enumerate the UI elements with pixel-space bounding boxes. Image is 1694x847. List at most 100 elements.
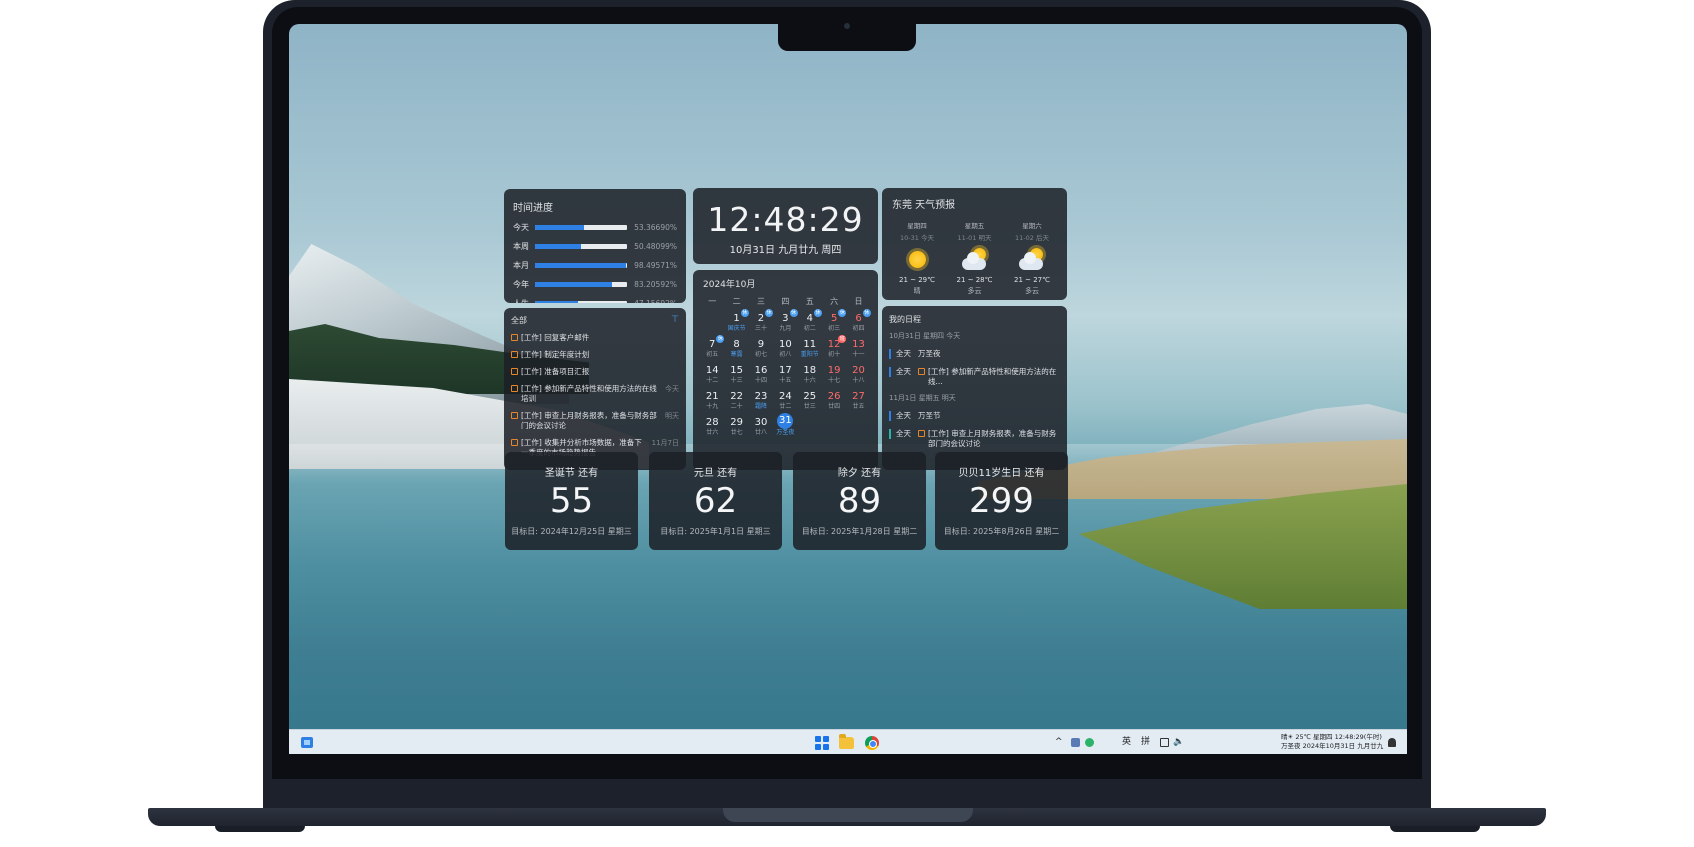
volume-icon[interactable]: 🔈 <box>1173 730 1184 754</box>
calendar-day-number: 29 <box>730 417 743 428</box>
countdown-widget[interactable]: 圣诞节 还有 55 目标日: 2024年12月25日 星期三 <box>505 452 638 550</box>
schedule-widget[interactable]: 我的日程 10月31日 星期四 今天 全天 万圣夜 全天 [工作] 参加新产品特性和使用… <box>882 306 1067 470</box>
ime-mode[interactable]: 拼 <box>1141 730 1150 754</box>
progress-percent: 50.48099% <box>634 241 677 251</box>
progress-bar <box>535 281 627 287</box>
countdown-widget[interactable]: 贝贝11岁生日 还有 299 目标日: 2025年8月26日 星期二 <box>935 452 1068 550</box>
laptop-foot-right <box>1390 826 1480 832</box>
schedule-event[interactable]: 全天 万圣节 <box>889 411 1060 421</box>
calendar-day[interactable]: 28 廿六 <box>700 413 724 439</box>
calendar-day[interactable]: 8 寒露 <box>724 335 748 361</box>
event-checkbox[interactable] <box>918 368 925 375</box>
todo-item[interactable]: [工作] 回复客户邮件 <box>511 333 679 343</box>
calendar-day[interactable]: 22 二十 <box>724 387 748 413</box>
widgets-icon[interactable] <box>301 737 313 748</box>
todo-checkbox[interactable] <box>511 351 518 358</box>
taskbar: ^ 英 拼 🔈 晴☀ 25℃ 星期四 12:48:29(午时) 万圣夜 2024… <box>289 729 1407 754</box>
file-explorer-icon[interactable] <box>839 734 854 749</box>
todo-checkbox[interactable] <box>511 439 518 446</box>
countdown-widget[interactable]: 元旦 还有 62 目标日: 2025年1月1日 星期三 <box>649 452 782 550</box>
time-progress-widget[interactable]: 时间进度 今天 53.36690% 本周 50.48099% 本月 98.49571% 今年… <box>504 189 686 303</box>
taskbar-clock[interactable]: 晴☀ 25℃ 星期四 12:48:29(午时) 万圣夜 2024年10月31日 … <box>1281 733 1401 751</box>
camera-icon <box>844 23 850 29</box>
calendar-day[interactable]: 29 廿七 <box>724 413 748 439</box>
calendar-day[interactable]: 5 初三休 <box>822 309 847 335</box>
sun-shape <box>909 251 926 268</box>
progress-label: 今天 <box>513 222 529 232</box>
event-text: 万圣节 <box>918 411 941 420</box>
calendar-day[interactable]: 21 十九 <box>700 387 724 413</box>
progress-percent: 53.36690% <box>634 222 677 232</box>
weather-widget[interactable]: 东莞 天气预报 星期四 10-31 今天 21 ~ 29℃ 晴 星期五 11-01 明天 2… <box>882 188 1067 300</box>
todo-item[interactable]: [工作] 参加新产品特性和使用方法的在线培训 今天 <box>511 384 679 404</box>
calendar-day[interactable]: 11 重阳节 <box>798 335 822 361</box>
event-checkbox[interactable] <box>918 430 925 437</box>
filter-icon[interactable]: ⊤ <box>671 315 679 326</box>
calendar-day[interactable]: 30 廿八 <box>749 413 773 439</box>
calendar-day[interactable]: 19 十七 <box>822 361 846 387</box>
todo-checkbox[interactable] <box>511 385 518 392</box>
calendar-widget[interactable]: 2024年10月 一二三四五六日 1 国庆节休 2 三十休 3 九月休 4 初二休 5 初三休 6 初… <box>693 270 878 470</box>
calendar-weekday: 三 <box>756 297 765 306</box>
weather-condition: 多云 <box>967 287 982 295</box>
todo-item[interactable]: [工作] 准备项目汇报 <box>511 367 679 377</box>
todo-item[interactable]: [工作] 制定年度计划 <box>511 350 679 360</box>
weather-day: 星期四 10-31 今天 21 ~ 29℃ 晴 <box>892 220 942 296</box>
todo-checkbox[interactable] <box>511 368 518 375</box>
holiday-badge: 休 <box>813 309 822 317</box>
calendar-day[interactable]: 9 初七 <box>749 335 773 361</box>
calendar-day[interactable]: 12 初十班 <box>822 335 847 361</box>
clock-date: 10月31日 九月廿九 周四 <box>729 245 842 256</box>
countdown-widget[interactable]: 除夕 还有 89 目标日: 2025年1月28日 星期二 <box>793 452 926 550</box>
holiday-badge: 休 <box>765 309 774 317</box>
calendar-day[interactable]: 23 霜降 <box>749 387 773 413</box>
todo-widget[interactable]: 全部 ⊤ [工作] 回复客户邮件 [工作] 制定年度计划 [工作] 准备项目汇报 [工… <box>504 308 686 470</box>
calendar-lunar-label: 廿七 <box>730 429 743 436</box>
todo-checkbox[interactable] <box>511 334 518 341</box>
calendar-day-number: 31 <box>777 413 794 429</box>
calendar-day[interactable]: 18 十六 <box>798 361 822 387</box>
calendar-day[interactable]: 10 初八 <box>773 335 797 361</box>
calendar-day[interactable]: 3 九月休 <box>773 309 798 335</box>
calendar-day[interactable]: 20 十八 <box>846 361 870 387</box>
calendar-day[interactable]: 13 十一 <box>846 335 870 361</box>
calendar-day[interactable]: 14 十二 <box>700 361 724 387</box>
calendar-day[interactable]: 26 廿四 <box>822 387 846 413</box>
todo-checkbox[interactable] <box>511 412 518 419</box>
schedule-event[interactable]: 全天 万圣夜 <box>889 349 1060 359</box>
clock-widget[interactable]: 12:48:29 10月31日 九月廿九 周四 <box>693 188 878 264</box>
todo-item[interactable]: [工作] 审查上月财务报表，准备与财务部门的会议讨论 明天 <box>511 411 679 431</box>
wechat-icon[interactable] <box>1085 738 1094 747</box>
calendar-day[interactable]: 31 万圣夜 <box>773 413 797 439</box>
calendar-day[interactable]: 6 初四休 <box>846 309 871 335</box>
calendar-day[interactable]: 4 初二休 <box>798 309 822 335</box>
calendar-day[interactable]: 2 三十休 <box>749 309 774 335</box>
progress-label: 人生 <box>513 298 529 304</box>
calendar-day[interactable]: 16 十四 <box>749 361 773 387</box>
notification-bell-icon[interactable] <box>1388 738 1396 747</box>
network-icon[interactable] <box>1160 738 1169 747</box>
taskbar-clock-line1: 晴☀ 25℃ 星期四 12:48:29(午时) <box>1281 733 1382 741</box>
security-icon[interactable] <box>1071 738 1080 747</box>
progress-bar <box>535 224 627 230</box>
calendar-day[interactable]: 7 初五休 <box>700 335 725 361</box>
event-color-bar <box>889 411 891 421</box>
tray-overflow-icon[interactable]: ^ <box>1055 730 1063 754</box>
calendar-day[interactable]: 15 十三 <box>724 361 748 387</box>
desktop-screen: 时间进度 今天 53.36690% 本周 50.48099% 本月 98.49571% 今年… <box>289 24 1407 754</box>
calendar-day[interactable]: 17 十五 <box>773 361 797 387</box>
event-allday: 全天 <box>896 367 911 376</box>
ime-language[interactable]: 英 <box>1122 730 1131 754</box>
schedule-event[interactable]: 全天 [工作] 参加新产品特性和使用方法的在线... <box>889 367 1060 387</box>
progress-percent: 98.49571% <box>634 260 677 270</box>
chrome-browser-icon[interactable] <box>865 736 879 750</box>
calendar-day[interactable]: 27 廿五 <box>846 387 870 413</box>
calendar-day[interactable]: 1 国庆节休 <box>724 309 749 335</box>
calendar-day[interactable]: 25 廿三 <box>798 387 822 413</box>
calendar-day-number: 10 <box>779 339 792 350</box>
todo-text: [工作] 回复客户邮件 <box>521 333 590 342</box>
calendar-day[interactable]: 24 廿二 <box>773 387 797 413</box>
schedule-event[interactable]: 全天 [工作] 审查上月财务报表，准备与财务部门的会议讨论 <box>889 429 1060 449</box>
windows-start-icon[interactable] <box>815 736 829 750</box>
calendar-weekday: 四 <box>781 297 790 306</box>
